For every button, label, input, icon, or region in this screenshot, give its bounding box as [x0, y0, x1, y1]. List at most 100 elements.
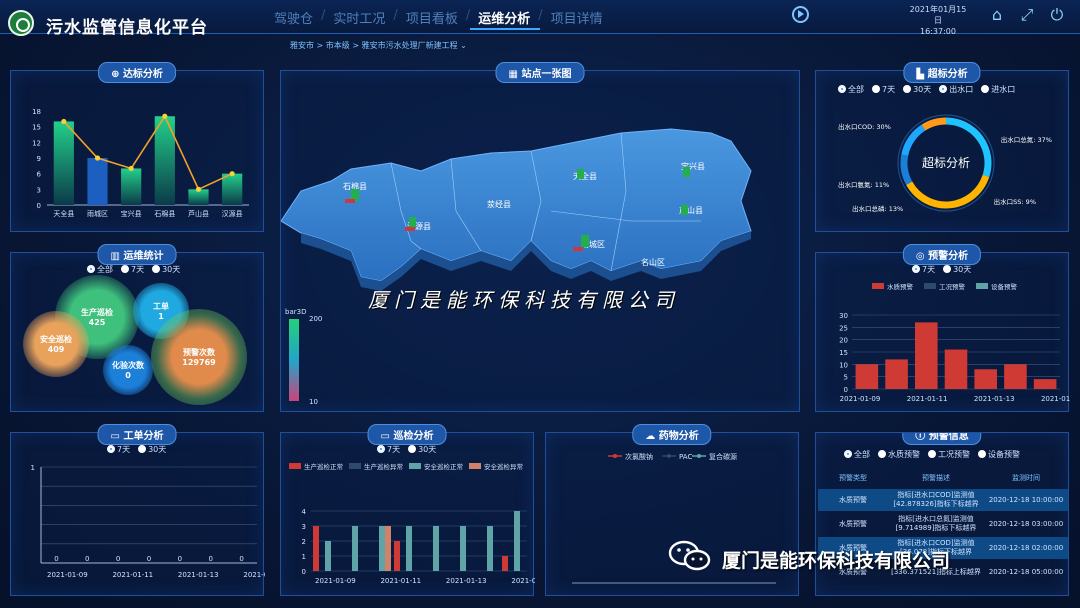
filter-7days[interactable]: 7天: [872, 84, 895, 95]
breadcrumb[interactable]: 雅安市 > 市本级 > 雅安市污水处理厂新建工程 ⌄: [290, 40, 467, 51]
bar-chart-icon: ▥: [110, 251, 120, 262]
x-tick-label: 2021-01-13: [974, 395, 1015, 403]
home-icon[interactable]: ⌂: [988, 6, 1006, 24]
table-row[interactable]: 水质预警 指标[进水口总氮]监测值 [9.714989]指标下标越界 2020-1…: [818, 513, 1068, 535]
time-text: 16:37:00: [920, 27, 956, 36]
nav-item-yunweifenxi[interactable]: 运维分析: [472, 8, 536, 27]
y-tick-label: 12: [32, 139, 41, 147]
bubble-yujing: 预警次数 129769: [151, 309, 247, 405]
y-tick-label: 25: [839, 324, 848, 332]
filter-all[interactable]: 全部: [844, 449, 870, 460]
label-mingshan[interactable]: 名山区: [641, 257, 665, 267]
filter-outlet[interactable]: 出水口: [939, 84, 973, 95]
bar: [974, 369, 998, 389]
legend-label: 设备预警: [991, 282, 1018, 291]
station-marker-lushan[interactable]: [681, 205, 688, 215]
bar: [406, 526, 412, 571]
app-title: 污水监管信息化平台: [46, 18, 208, 38]
table-row[interactable]: 水质预警 指标[进水口COD]监测值 [42.878326]指标下标越界 2020…: [818, 489, 1068, 511]
legend-swatch: [924, 283, 936, 289]
nav-item-xiangmukanban[interactable]: 项目看板: [400, 8, 464, 27]
bar-chart-icon: ▙: [916, 69, 925, 80]
legend-swatch: [469, 463, 481, 469]
legend-ciluosuanna[interactable]: 次氯酸钠: [625, 452, 653, 461]
legend-label: 安全巡检正常: [424, 462, 463, 471]
filter-inlet[interactable]: 进水口: [981, 84, 1015, 95]
filter-7days[interactable]: 7天: [107, 444, 130, 455]
legend-swatch: [976, 283, 988, 289]
y-tick-label: 4: [302, 508, 307, 516]
filter-7days[interactable]: 7天: [377, 444, 400, 455]
map-canvas[interactable]: 石棉县 汉源县 荥经县 天全县 宝兴县 芦山县 雨城区 名山区 bar3D 20…: [280, 71, 801, 413]
table-header: 预警类型 预警描述 监测时间: [839, 474, 1040, 482]
logo-icon: [8, 10, 34, 36]
bar: [944, 349, 968, 389]
panel-chaobiao: ▙ 超标分析 全部 7天 30天 出水口 进水口 超标分析 出水口COD: 30%…: [815, 62, 1069, 232]
active-tab-indicator: [470, 28, 540, 30]
data-label: 0: [178, 555, 182, 563]
chevron-down-icon[interactable]: ⌄: [460, 41, 467, 50]
x-tick-label: 2021-01-13: [446, 577, 487, 585]
panel-title-dabiao: ⊕ 达标分析: [98, 62, 176, 83]
filter-7days[interactable]: 7天: [121, 264, 144, 275]
x-tick-label: 2021-01-11: [907, 395, 948, 403]
x-tick-label: 2021-01-13: [178, 571, 219, 579]
color-scale-bar[interactable]: [289, 319, 299, 401]
panel-title-yaowu: ☁ 药物分析: [632, 424, 712, 445]
nav-item-xiangmuxiangqing[interactable]: 项目详情: [545, 8, 609, 27]
y-tick-label: 10: [839, 361, 848, 369]
legend-fuhetanyuan[interactable]: 复合碳源: [709, 452, 737, 461]
slice-label: 出水口氨氮: 11%: [838, 180, 889, 189]
legend-swatch: [872, 283, 884, 289]
filter-equipment[interactable]: 设备预警: [978, 449, 1020, 460]
filter-operating[interactable]: 工况预警: [928, 449, 970, 460]
y-tick-label: 2: [302, 538, 306, 546]
bar: [487, 526, 493, 571]
y-tick-label: 9: [37, 155, 41, 163]
play-icon[interactable]: [792, 6, 809, 23]
top-nav: 驾驶仓 / 实时工况 / 项目看板 / 运维分析 / 项目详情: [268, 8, 609, 27]
x-tick-label: 2021-01-11: [380, 577, 421, 585]
station-marker-hanyuan[interactable]: [409, 217, 416, 227]
nav-item-shishigongkuang[interactable]: 实时工况: [327, 8, 391, 27]
filter-30days[interactable]: 30天: [903, 84, 931, 95]
bar: [53, 121, 74, 205]
wechat-icon: [668, 540, 711, 571]
station-marker-baoxing[interactable]: [683, 167, 690, 177]
bar: [914, 322, 938, 389]
legend-pac[interactable]: PAC: [679, 453, 692, 461]
filter-all[interactable]: 全部: [838, 84, 864, 95]
legend-label: 生产巡检正常: [304, 462, 343, 471]
panel-title-gongdan: ▭ 工单分析: [97, 424, 177, 445]
bar: [885, 359, 908, 389]
x-tick-label: 2021-01-15: [243, 571, 265, 579]
logout-icon[interactable]: ⏻: [1048, 6, 1066, 24]
bar: [502, 556, 508, 571]
globe-icon: ⊕: [111, 69, 120, 80]
filter-7days[interactable]: 7天: [912, 264, 935, 275]
dabiao-chart: 0 3 6 9 12 15 18 天全县 雨城区 宝兴县 石棉县 芦山县 汉源县: [32, 108, 249, 218]
y-tick-label: 18: [32, 108, 41, 116]
fullscreen-icon[interactable]: ⤢: [1018, 6, 1036, 24]
filter-water-quality[interactable]: 水质预警: [878, 449, 920, 460]
panel-title-yujinginfo: ⓘ 预警信息: [902, 433, 982, 445]
label-tianquan[interactable]: 天全县: [573, 171, 597, 181]
line-point: [94, 155, 101, 161]
bar: [460, 526, 466, 571]
bar: [433, 526, 439, 571]
filter-all[interactable]: 全部: [87, 264, 113, 275]
x-tick-label: 石棉县: [154, 209, 175, 218]
dashboard: 污水监管信息化平台 驾驶仓 / 实时工况 / 项目看板 / 运维分析 / 项目详情 20…: [0, 0, 1080, 608]
nav-item-jiashicang[interactable]: 驾驶仓: [268, 8, 319, 27]
filter-30days[interactable]: 30天: [138, 444, 166, 455]
filter-30days[interactable]: 30天: [408, 444, 436, 455]
data-label: 0: [239, 555, 243, 563]
station-marker-tianquan[interactable]: [577, 169, 584, 179]
station-marker-yucheng[interactable]: [581, 235, 589, 247]
panel-dabiao: ⊕ 达标分析 0 3 6 9 12 15 18 天全县 雨城区 宝兴县 石棉县 芦山县 汉源县: [10, 62, 264, 232]
legend-swatch: [349, 463, 361, 469]
filter-30days[interactable]: 30天: [152, 264, 180, 275]
filter-30days[interactable]: 30天: [943, 264, 971, 275]
label-yingjing[interactable]: 荥经县: [487, 199, 511, 209]
gongdan-chart: 1 0 0 0 0 0 0 0 2021-01-09 2021-01-11 2021-01-13 20…: [31, 464, 285, 579]
